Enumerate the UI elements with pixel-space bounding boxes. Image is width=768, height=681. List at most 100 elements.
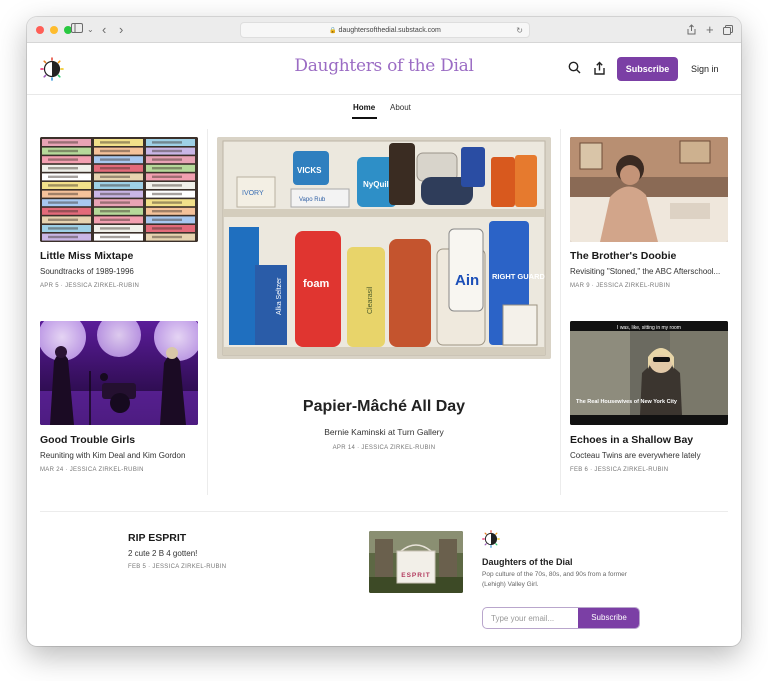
video-caption: The Real Housewives of New York City [576, 399, 678, 405]
publication-logo-small [482, 530, 500, 548]
cassette-label-line [152, 158, 182, 161]
cassette-label-line [100, 167, 130, 170]
close-window-button[interactable] [36, 25, 44, 34]
post-title[interactable]: The Brother's Doobie [570, 250, 676, 262]
cassette-label-line [152, 227, 182, 230]
forward-icon[interactable]: › [119, 17, 123, 43]
column-divider [560, 129, 561, 495]
post-title[interactable]: Good Trouble Girls [40, 434, 135, 446]
post-thumbnail-mixtape[interactable] [40, 137, 198, 242]
cassette-label-line [48, 227, 78, 230]
cassette-label-line [48, 175, 78, 178]
cassette-label-line [100, 210, 130, 213]
cassette-label-line [48, 201, 78, 204]
product-label: VICKS [297, 166, 322, 175]
cassette-label-line [48, 218, 78, 221]
cassette-label-line [152, 141, 182, 144]
cassette-label-line [100, 175, 130, 178]
address-bar[interactable]: 🔒 daughtersofthedial.substack.com ↻ [240, 22, 530, 38]
tab-home[interactable]: Home [353, 103, 375, 112]
post-meta: FEB 5 · JESSICA ZIRKEL-RUBIN [128, 564, 227, 570]
post-meta: MAR 9 · JESSICA ZIRKEL-RUBIN [570, 283, 671, 289]
cassette-label-line [48, 158, 78, 161]
cassette-label-line [100, 235, 130, 239]
bag-logo-text: ESPRIT [401, 572, 430, 579]
product-label: Vapo Rub [299, 197, 326, 203]
cassette-label-line [100, 218, 130, 221]
cassette-label-line [100, 149, 130, 153]
product-label: NyQuil [363, 180, 389, 189]
back-icon[interactable]: ‹ [102, 17, 106, 43]
featured-post-image[interactable]: IVORY VICKS Vapo Rub NyQuil Alka Seltzer… [217, 137, 551, 359]
cassette-label-line [48, 192, 78, 196]
search-icon[interactable] [568, 61, 582, 75]
cassette-label-line [48, 235, 78, 239]
lock-icon: 🔒 [329, 28, 337, 34]
cassette-label-line [100, 141, 130, 144]
post-subtitle: Soundtracks of 1989-1996 [40, 267, 134, 276]
post-meta: APR 5 · JESSICA ZIRKEL-RUBIN [40, 283, 140, 289]
featured-post-meta: APR 14 · JESSICA ZIRKEL-RUBIN [332, 445, 436, 451]
subscribe-button[interactable]: Subscribe [617, 57, 678, 81]
post-title[interactable]: Little Miss Mixtape [40, 250, 133, 262]
window-controls [36, 25, 72, 34]
post-subtitle: 2 cute 2 B 4 gotten! [128, 549, 198, 558]
cassette-label-line [100, 192, 130, 196]
reload-icon[interactable]: ↻ [516, 23, 523, 38]
featured-post-title[interactable]: Papier-Mâché All Day [217, 398, 551, 416]
cassette-label-line [152, 201, 182, 204]
cassette-label-line [152, 149, 182, 153]
address-text: daughtersofthedial.substack.com [338, 27, 441, 34]
post-subtitle: Reuniting with Kim Deal and Kim Gordon [40, 451, 186, 460]
share-icon[interactable] [593, 61, 607, 75]
post-meta: FEB 6 · JESSICA ZIRKEL-RUBIN [570, 467, 669, 473]
cassette-label-line [152, 218, 182, 221]
post-meta: MAR 24 · JESSICA ZIRKEL-RUBIN [40, 467, 144, 473]
post-thumbnail-doobie[interactable] [570, 137, 728, 242]
cassette-label-line [100, 227, 130, 230]
cassette-label-line [152, 184, 182, 187]
product-label: IVORY [242, 190, 264, 197]
email-field[interactable] [483, 608, 578, 628]
post-subtitle: Revisiting "Stoned," the ABC Afterschool… [570, 267, 721, 276]
cassette-label-line [152, 192, 182, 196]
post-thumbnail-esprit[interactable]: ESPRIT [369, 531, 463, 593]
about-title: Daughters of the Dial [482, 557, 573, 567]
share-icon[interactable] [687, 17, 696, 45]
publication-nav: Home About [27, 103, 741, 123]
active-tab-indicator [352, 117, 377, 119]
sidebar-icon[interactable] [71, 17, 83, 43]
cassette-label-line [48, 210, 78, 213]
post-title[interactable]: RIP ESPRIT [128, 532, 186, 544]
tab-overview-icon[interactable] [723, 17, 733, 45]
new-tab-icon[interactable]: + [706, 17, 714, 43]
cassette-label-line [48, 184, 78, 187]
video-caption: I was, like, sitting in my room [617, 325, 681, 331]
product-label: Alka Seltzer [276, 277, 283, 315]
product-label: foam [303, 278, 330, 290]
cassette-label-line [48, 149, 78, 153]
cassette-label-line [48, 167, 78, 170]
section-divider [40, 511, 728, 512]
cassette-label-line [100, 201, 130, 204]
cassette-label-line [100, 158, 130, 161]
sign-in-link[interactable]: Sign in [691, 64, 719, 74]
cassette-label-line [100, 184, 130, 187]
featured-post-subtitle: Bernie Kaminski at Turn Gallery [324, 427, 444, 437]
post-thumbnail-echoes[interactable]: I was, like, sitting in my room The Real… [570, 321, 728, 425]
tab-about[interactable]: About [390, 103, 411, 112]
post-thumbnail-concert[interactable] [40, 321, 198, 425]
post-title[interactable]: Echoes in a Shallow Bay [570, 434, 693, 446]
browser-titlebar: ⌄ ‹ › 🔒 daughtersofthedial.substack.com … [27, 17, 741, 43]
minimize-window-button[interactable] [50, 25, 58, 34]
cassette-label-line [152, 175, 182, 178]
product-label: Clearasil [367, 286, 374, 314]
cassette-label-line [152, 210, 182, 213]
product-label: RIGHT GUARD [492, 272, 545, 281]
browser-window: ⌄ ‹ › 🔒 daughtersofthedial.substack.com … [27, 17, 741, 646]
chevron-down-icon[interactable]: ⌄ [87, 17, 94, 43]
cassette-label-line [48, 141, 78, 144]
about-description: Pop culture of the 70s, 80s, and 90s fro… [482, 571, 627, 589]
subscribe-form-button[interactable]: Subscribe [578, 608, 639, 628]
cassette-label-line [152, 235, 182, 239]
